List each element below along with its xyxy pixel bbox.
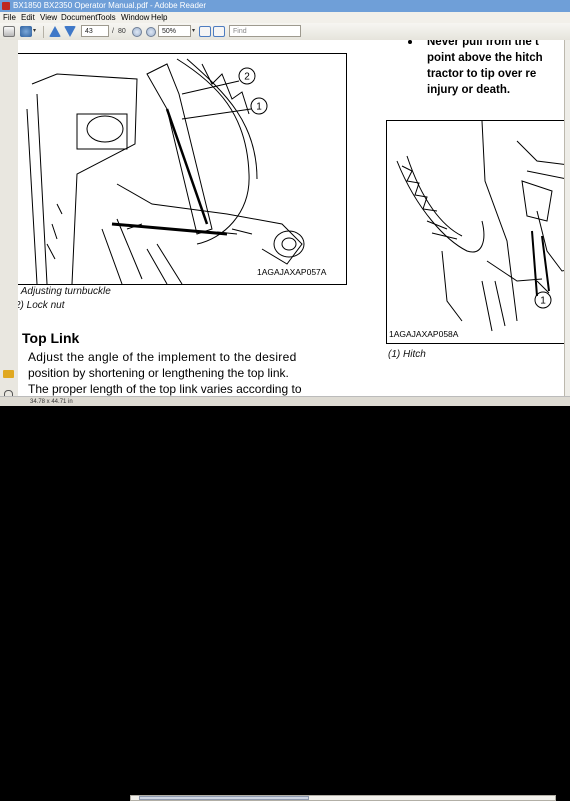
menu-help[interactable]: Help <box>151 12 167 23</box>
page-total: 80 <box>118 28 126 35</box>
body-line-1: Adjust the angle of the implement to the… <box>28 350 297 364</box>
menu-view[interactable]: View <box>40 12 57 23</box>
warning-line-1: Never pull from the t <box>427 40 539 48</box>
screen-border <box>0 406 570 428</box>
page-number-input[interactable]: 43 <box>81 25 109 37</box>
caption-lock-nut: 2) Lock nut <box>18 300 65 311</box>
scrollbar-thumb[interactable] <box>139 796 309 800</box>
warning-line-2: point above the hitch <box>427 52 543 64</box>
callout-1: 1 <box>256 102 262 113</box>
navigation-sidebar <box>0 40 19 406</box>
callout-2: 2 <box>244 72 250 83</box>
body-line-3: The proper length of the top link varies… <box>28 382 302 396</box>
toolbar: ▾ 43 / 80 50% ▾ Find <box>0 23 570 41</box>
menu-edit[interactable]: Edit <box>21 12 35 23</box>
email-dropdown-icon[interactable]: ▾ <box>33 26 39 37</box>
document-view[interactable]: 2 1 1AGAJAXAP057A ) Adjusting turnbuckle… <box>18 40 570 396</box>
section-title: Top Link <box>22 330 80 346</box>
comment-icon[interactable] <box>3 370 14 378</box>
caption-adjusting-turnbuckle: ) Adjusting turnbuckle <box>18 286 111 297</box>
menu-tools[interactable]: Tools <box>97 12 116 23</box>
top-link-illustration: 2 1 1AGAJAXAP057A <box>26 58 327 284</box>
hitch-illustration: 1 1AGAJAXAP058A <box>389 121 570 339</box>
fit-page-icon[interactable] <box>199 26 211 37</box>
caption-hitch: (1) Hitch <box>388 349 426 360</box>
zoom-out-icon[interactable] <box>132 27 142 37</box>
find-input[interactable]: Find <box>229 25 301 37</box>
zoom-dropdown-icon[interactable]: ▾ <box>192 26 198 37</box>
warning-line-4: injury or death. <box>427 84 511 96</box>
callout-hitch-1: 1 <box>540 296 546 307</box>
page-separator: / <box>112 28 114 35</box>
menu-file[interactable]: File <box>3 12 16 23</box>
next-page-icon[interactable] <box>64 26 76 37</box>
print-icon[interactable] <box>3 26 15 37</box>
vertical-scrollbar[interactable] <box>564 40 570 396</box>
window-title: BX1850 BX2350 Operator Manual.pdf - Adob… <box>13 1 207 10</box>
window-titlebar: BX1850 BX2350 Operator Manual.pdf - Adob… <box>0 0 570 12</box>
figure-code-left: 1AGAJAXAP057A <box>257 267 327 277</box>
figure-code-right: 1AGAJAXAP058A <box>389 329 459 339</box>
figure-top-link-diagram: 2 1 1AGAJAXAP057A <box>18 53 347 285</box>
zoom-select[interactable]: 50% <box>158 25 191 37</box>
body-line-2: position by shortening or lengthening th… <box>28 366 289 380</box>
toolbar-divider <box>43 26 44 38</box>
figure-hitch-diagram: 1 1AGAJAXAP058A <box>386 120 570 344</box>
previous-page-icon[interactable] <box>49 26 61 37</box>
warning-line-3: tractor to tip over re <box>427 68 537 80</box>
horizontal-scrollbar[interactable] <box>130 795 556 801</box>
fit-width-icon[interactable] <box>213 26 225 37</box>
zoom-in-icon[interactable] <box>146 27 156 37</box>
warning-bullet <box>408 40 412 44</box>
adobe-reader-icon <box>2 2 10 10</box>
menu-window[interactable]: Window <box>121 12 149 23</box>
email-icon[interactable] <box>20 26 32 37</box>
menu-document[interactable]: Document <box>61 12 97 23</box>
